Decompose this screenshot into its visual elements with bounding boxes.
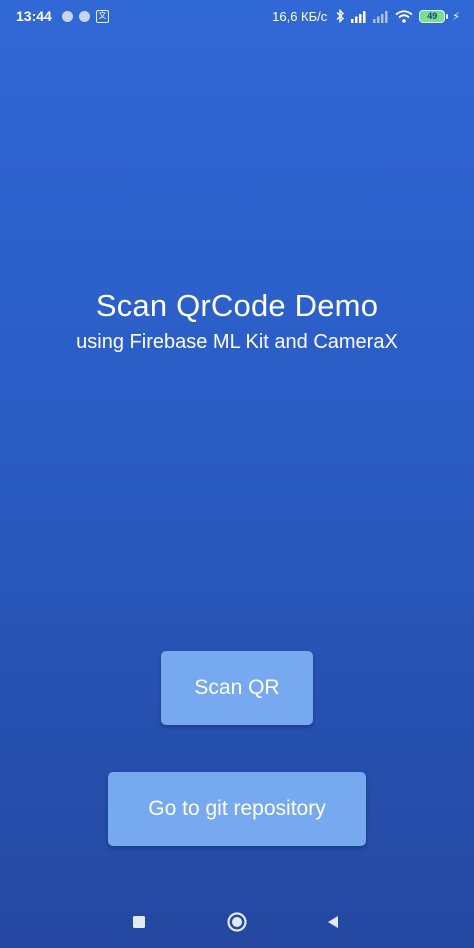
scan-qr-button[interactable]: Scan QR [161,651,313,725]
wifi-icon [395,9,413,23]
page-title: Scan QrCode Demo [95,288,379,323]
charging-icon: ⚡ [452,10,460,23]
status-bar: 13:44 文 16,6 КБ/с 49 ⚡ [0,0,474,32]
recents-square-icon [133,916,145,928]
git-repository-button[interactable]: Go to git repository [108,772,366,846]
back-button[interactable] [313,902,353,942]
back-triangle-icon [328,916,338,928]
translate-icon: 文 [95,9,109,23]
home-circle-icon [227,912,247,932]
home-button[interactable] [217,902,257,942]
headline: Scan QrCode Demo using Firebase ML Kit a… [0,286,474,356]
status-right: 16,6 КБ/с 49 ⚡ [272,9,460,24]
signal-icon [373,10,389,23]
battery-level: 49 [427,11,438,21]
battery-icon: 49 [419,9,449,23]
page-subtitle: using Firebase ML Kit and CameraX [76,331,398,353]
navigation-bar [0,896,474,948]
signal-icon [351,10,367,23]
status-time: 13:44 [16,8,52,24]
status-left: 13:44 文 [16,8,109,24]
recents-button[interactable] [119,902,159,942]
bluetooth-icon [335,9,345,23]
network-speed: 16,6 КБ/с [272,8,328,24]
notification-dot-icon [78,10,90,22]
notification-dot-icon [61,10,73,22]
